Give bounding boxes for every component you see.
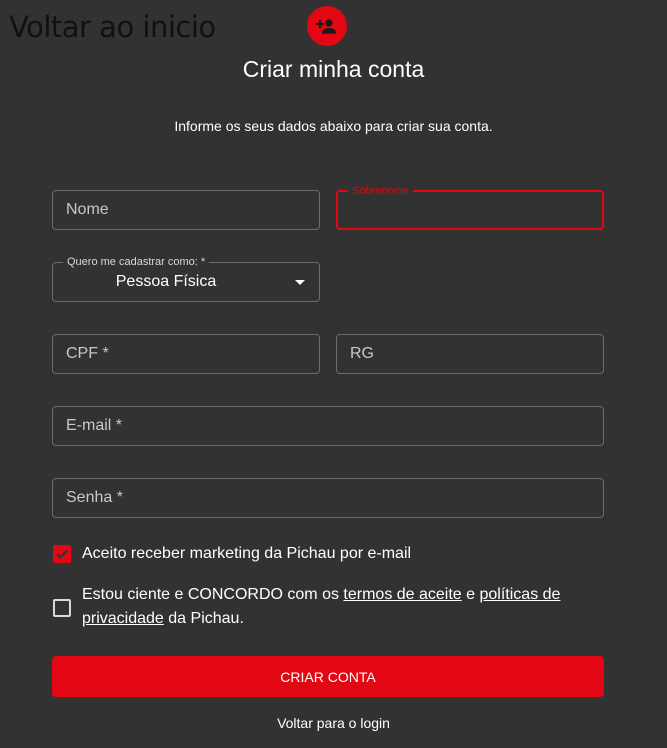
page-subtitle: Informe os seus dados abaixo para criar … [174,118,493,134]
first-name-placeholder: Nome [66,201,109,218]
account-type-label: Quero me cadastrar como: * [63,255,210,269]
privacy-link-part2[interactable]: privacidade [82,610,164,627]
terms-suffix: da Pichau. [163,610,244,627]
rg-field[interactable]: RG [336,334,604,374]
terms-checkbox[interactable] [53,599,71,617]
email-field[interactable]: E-mail * [52,406,604,446]
terms-prefix: Estou ciente e CONCORDO com os [82,586,344,603]
last-name-field[interactable]: Sobrenome [336,184,604,230]
account-type-value: Pessoa Física [115,273,217,290]
marketing-label: Aceito receber marketing da Pichau por e… [82,545,412,562]
last-name-label: Sobrenome [348,184,413,198]
back-to-login-link[interactable]: Voltar para o login [0,715,667,731]
cpf-field[interactable]: CPF * [52,334,320,374]
terms-middle: e [461,586,480,603]
person-add-icon [307,6,347,46]
terms-label: Estou ciente e CONCORDO com os termos de… [82,583,582,631]
email-placeholder: E-mail * [66,417,123,434]
privacy-link-part1[interactable]: políticas de [480,586,561,603]
marketing-checkbox[interactable] [53,545,71,563]
checkmark-icon [56,549,68,559]
back-home-link[interactable]: Voltar ao inicio [9,13,216,42]
cpf-placeholder: CPF * [66,345,109,362]
chevron-down-icon [295,280,305,285]
password-placeholder: Senha * [66,489,123,506]
account-type-select[interactable]: Quero me cadastrar como: * Pessoa Física [52,255,320,302]
terms-link[interactable]: termos de aceite [343,586,461,603]
signup-page: Voltar ao inicio Criar minha conta Infor… [0,0,667,748]
create-account-button[interactable]: CRIAR CONTA [52,656,604,697]
rg-placeholder: RG [350,345,374,362]
first-name-field[interactable]: Nome [52,190,320,230]
password-field[interactable]: Senha * [52,478,604,518]
page-title: Criar minha conta [242,56,425,82]
